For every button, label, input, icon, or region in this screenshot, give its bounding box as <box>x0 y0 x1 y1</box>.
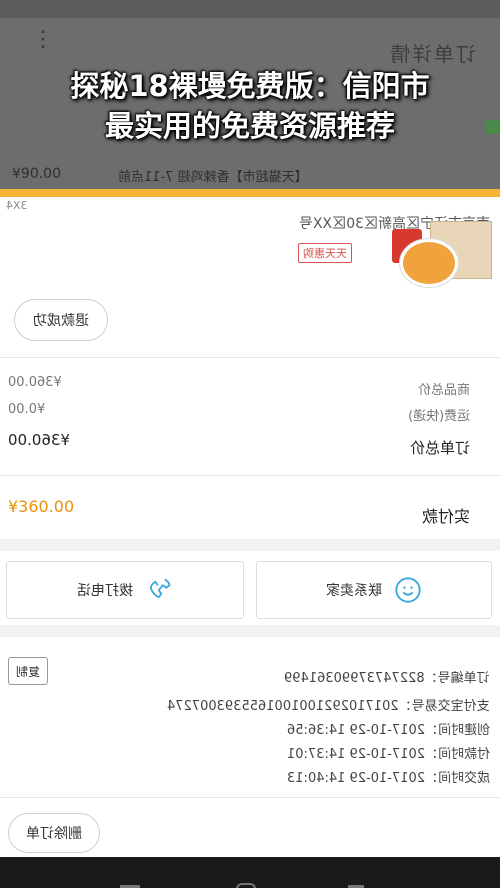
order-number: 订单编号：82274737990361499 <box>284 671 490 686</box>
shipping-label: 运费(快递) <box>407 409 470 424</box>
delete-order-button[interactable]: 删除订单 <box>8 813 100 853</box>
address-side-text: 3X4 <box>6 199 28 212</box>
system-nav-bar <box>0 857 500 888</box>
headline-line-1: 探秘18裸墁免费版：信阳市 <box>70 69 430 103</box>
ghost-product-title: 【天猫超市】香辣鸡翅 7-11点前 <box>118 170 308 185</box>
product-image[interactable] <box>392 221 492 293</box>
paid-amount-label: 实付款 <box>421 507 470 526</box>
phone-icon <box>149 578 171 598</box>
goods-value: ¥360.00 <box>8 375 62 390</box>
delete-order-label: 删除订单 <box>26 826 82 842</box>
more-vert-icon[interactable]: ⋮ <box>32 29 54 51</box>
paid-time: 付款时间：2017-10-29 14:37:01 <box>286 747 490 762</box>
promo-tag: 天天惠购 <box>298 243 352 263</box>
chat-smile-icon <box>395 577 421 603</box>
contact-seller-label: 联系卖家 <box>326 583 382 599</box>
order-total-label: 订单总价 <box>409 439 470 457</box>
copy-order-button[interactable]: 复制 <box>8 657 48 685</box>
headline-line-2: 最实用的免费资源推荐 <box>104 109 395 143</box>
goods-label: 商品总价 <box>417 383 470 398</box>
contact-seller-button[interactable]: 联系卖家 <box>256 561 492 619</box>
title-overlay: ⋮ 订单详情 ¥90.00 【天猫超市】香辣鸡翅 7-11点前 探秘18裸墁免费… <box>0 0 500 190</box>
accent-bar <box>0 189 500 197</box>
refund-status-button[interactable]: 退款成功 <box>14 299 108 341</box>
order-total-value: ¥360.00 <box>8 431 71 449</box>
refund-status-label: 退款成功 <box>33 313 89 329</box>
call-seller-label: 拨打电话 <box>77 583 133 599</box>
home-icon[interactable] <box>236 883 256 888</box>
paid-amount-value: ¥360.00 <box>8 497 75 516</box>
ghost-price: ¥90.00 <box>12 166 61 182</box>
alipay-transaction-number: 支付宝交易号：2017102921001001655393007274 <box>167 699 490 714</box>
completed-time: 成交时间：2017-10-29 14:40:13 <box>286 771 490 786</box>
headline: 探秘18裸墁免费版：信阳市 最实用的免费资源推荐 <box>0 66 500 146</box>
shipping-value: ¥0.00 <box>8 402 46 417</box>
call-seller-button[interactable]: 拨打电话 <box>6 561 244 619</box>
ghost-page-title: 订单详情 <box>388 42 476 66</box>
status-bar <box>0 0 500 18</box>
order-detail-content: 3X4 南京市江宁区高新区30区XX号 天天惠购 退款成功 ¥360.00 商品… <box>0 197 500 857</box>
created-time: 创建时间：2017-10-29 14:36:56 <box>286 723 490 738</box>
